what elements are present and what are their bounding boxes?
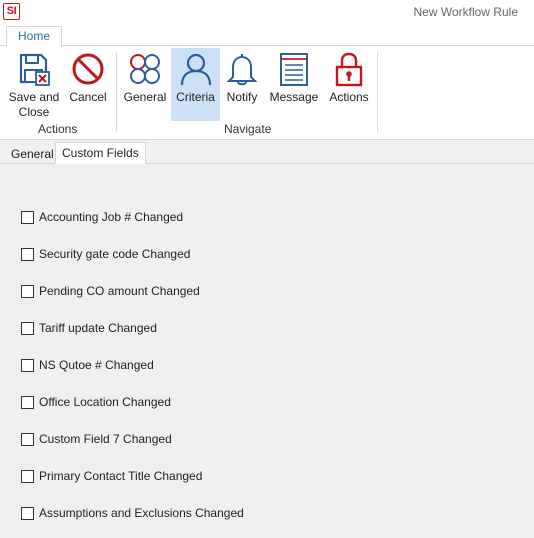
bell-icon bbox=[226, 54, 258, 86]
checkbox-label: Office Location Changed bbox=[39, 395, 171, 409]
message-button[interactable]: Message bbox=[266, 48, 322, 120]
checkbox[interactable] bbox=[21, 358, 34, 372]
message-icon bbox=[280, 53, 308, 86]
group-label-actions: Actions bbox=[38, 122, 78, 136]
checkbox-label: Security gate code Changed bbox=[39, 247, 191, 261]
checkbox-label: Primary Contact Title Changed bbox=[39, 469, 203, 483]
general-label: General bbox=[123, 90, 167, 104]
cancel-button[interactable]: Cancel bbox=[66, 48, 110, 120]
checkbox-row[interactable]: Custom Field 7 Changed bbox=[21, 431, 172, 447]
ribbon-tab-strip: Home bbox=[0, 24, 534, 47]
save-and-close-button[interactable]: Save and Close bbox=[6, 48, 62, 120]
checkbox-row[interactable]: NS Qutoe # Changed bbox=[21, 357, 154, 373]
checkbox-label: Accounting Job # Changed bbox=[39, 210, 184, 224]
checkbox-label: Assumptions and Exclusions Changed bbox=[39, 506, 244, 520]
window-title: New Workflow Rule bbox=[413, 5, 518, 19]
group-label-navigate: Navigate bbox=[224, 122, 272, 136]
ribbon: Save and Close Cancel Actions General Cr… bbox=[0, 45, 534, 140]
group-separator bbox=[377, 52, 378, 132]
tab-home[interactable]: Home bbox=[6, 26, 62, 47]
person-icon bbox=[180, 53, 211, 86]
checkbox-row[interactable]: Accounting Job # Changed bbox=[21, 209, 183, 225]
message-label: Message bbox=[269, 90, 319, 104]
checkbox-label: Tariff update Changed bbox=[39, 321, 157, 335]
notify-label: Notify bbox=[226, 90, 258, 104]
tab-custom-fields[interactable]: Custom Fields bbox=[55, 142, 146, 164]
checkbox[interactable] bbox=[21, 432, 34, 446]
cancel-icon bbox=[72, 53, 104, 85]
criteria-label: Criteria bbox=[176, 90, 215, 104]
criteria-button[interactable]: Criteria bbox=[171, 48, 220, 121]
notify-button[interactable]: Notify bbox=[222, 48, 262, 120]
checkbox[interactable] bbox=[21, 469, 34, 483]
save-icon bbox=[19, 53, 50, 86]
group-separator bbox=[116, 52, 117, 132]
checkbox-row[interactable]: Security gate code Changed bbox=[21, 246, 190, 262]
checkbox-row[interactable]: Office Location Changed bbox=[21, 394, 171, 410]
checkbox-label: Custom Field 7 Changed bbox=[39, 432, 172, 446]
tab-general[interactable]: General bbox=[5, 145, 60, 165]
save-and-close-label: Save and Close bbox=[8, 90, 60, 119]
title-bar: SI New Workflow Rule bbox=[0, 0, 534, 24]
custom-fields-panel: Accounting Job # Changed Security gate c… bbox=[0, 164, 534, 538]
checkbox-row[interactable]: Pending CO amount Changed bbox=[21, 283, 200, 299]
checkbox-label: Pending CO amount Changed bbox=[39, 284, 200, 298]
checkbox-row[interactable]: Tariff update Changed bbox=[21, 320, 157, 336]
general-icon bbox=[130, 54, 160, 84]
checkbox[interactable] bbox=[21, 321, 34, 335]
checkbox[interactable] bbox=[21, 395, 34, 409]
actions-label: Actions bbox=[329, 90, 369, 104]
checkbox[interactable] bbox=[21, 247, 34, 261]
checkbox[interactable] bbox=[21, 210, 34, 224]
lock-icon bbox=[335, 52, 363, 87]
checkbox-label: NS Qutoe # Changed bbox=[39, 358, 154, 372]
checkbox[interactable] bbox=[21, 506, 34, 520]
app-logo: SI bbox=[3, 3, 20, 20]
cancel-label: Cancel bbox=[69, 90, 107, 104]
content-tab-strip: General Custom Fields bbox=[0, 140, 534, 164]
checkbox-row[interactable]: Assumptions and Exclusions Changed bbox=[21, 505, 244, 521]
checkbox-row[interactable]: Primary Contact Title Changed bbox=[21, 468, 202, 484]
general-button[interactable]: General bbox=[122, 48, 168, 120]
actions-button[interactable]: Actions bbox=[325, 48, 373, 120]
checkbox[interactable] bbox=[21, 284, 34, 298]
